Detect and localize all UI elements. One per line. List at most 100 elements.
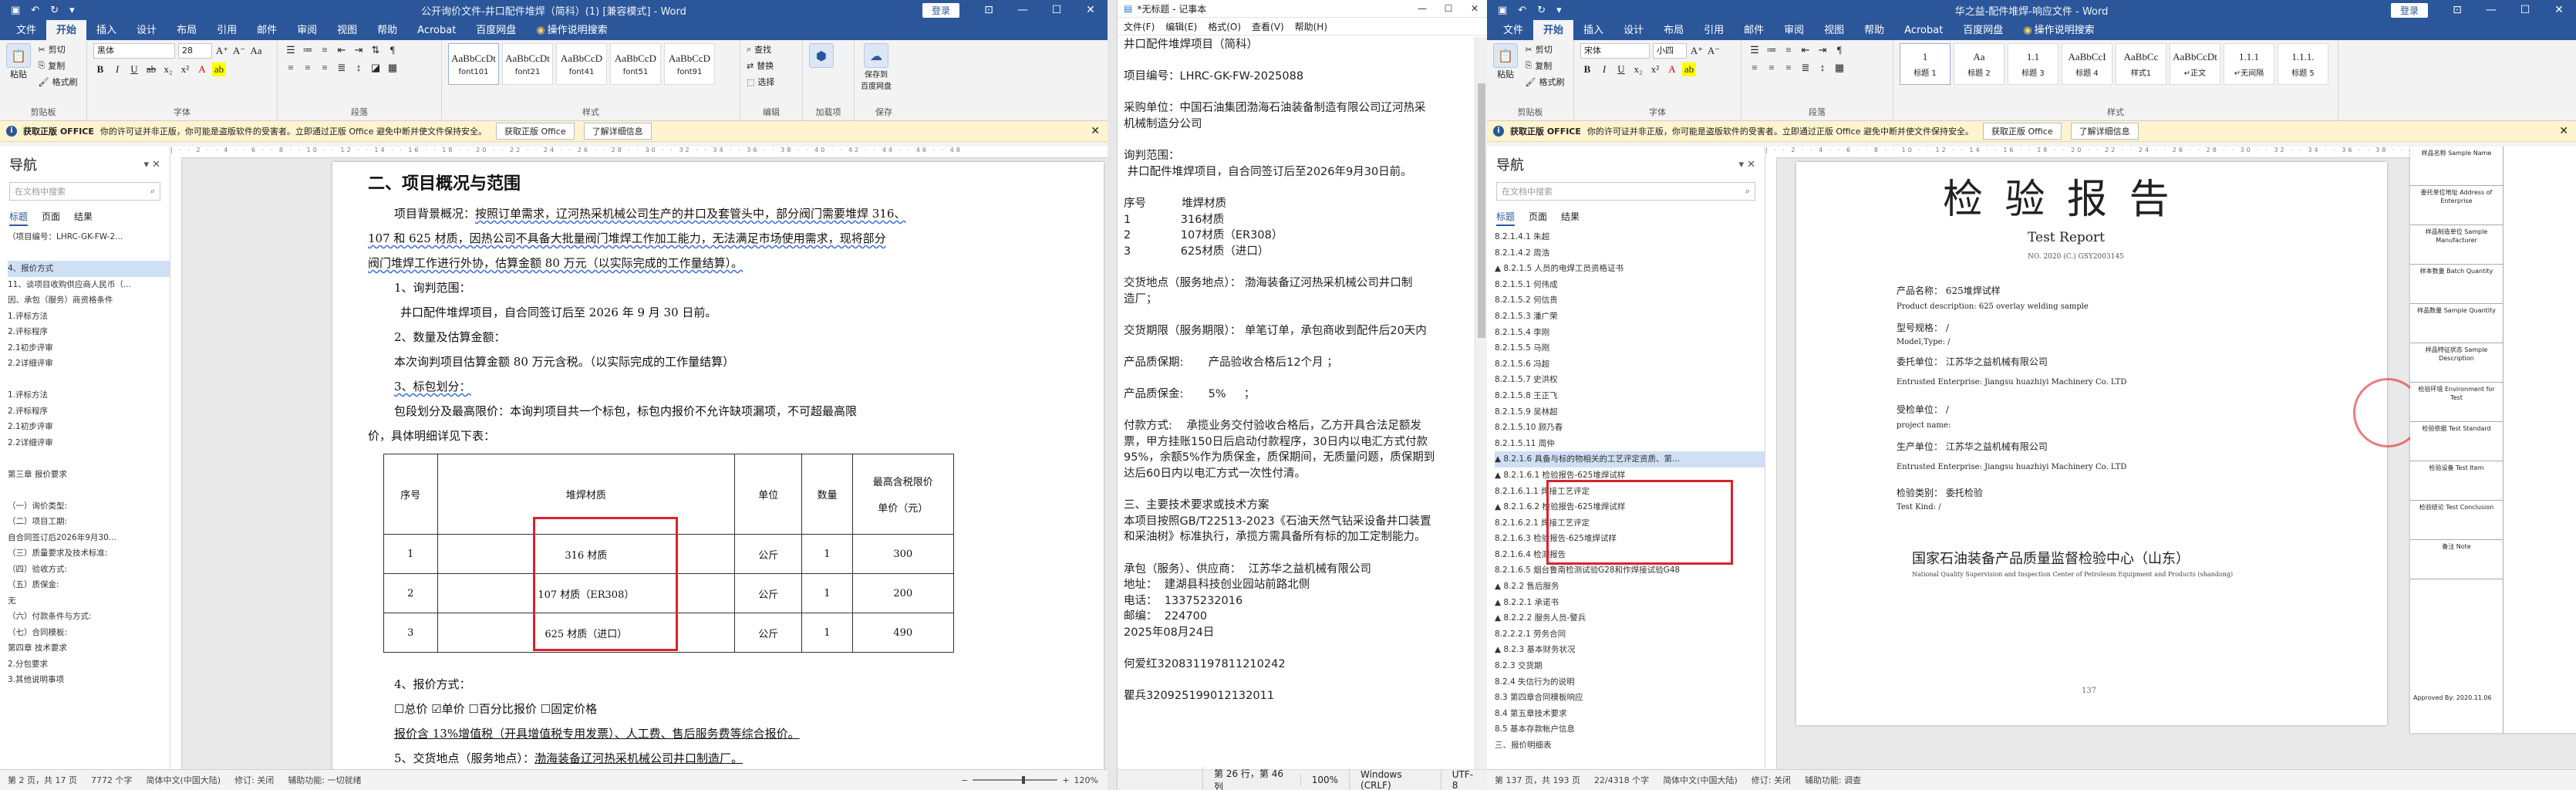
highlight-button[interactable]: ab (1682, 62, 1696, 76)
nav-item[interactable]: 8.2.1.5.11 周仲 (1495, 436, 1765, 452)
word-count[interactable]: 22/4318 个字 (1594, 774, 1649, 786)
tab-mailings[interactable]: 邮件 (247, 19, 287, 40)
format-painter-button[interactable]: 🖌 格式刷 (39, 76, 78, 88)
track-changes[interactable]: 修订: 关闭 (1752, 774, 1791, 786)
tab-help[interactable]: 帮助 (1854, 19, 1894, 40)
close-button[interactable]: ✕ (1074, 4, 1108, 16)
learn-more-button[interactable]: 了解详细信息 (583, 123, 652, 140)
nav-item[interactable]: 8.3 第四章合同模板响应 (1495, 690, 1765, 706)
close-button[interactable]: ✕ (1462, 3, 1488, 14)
menu-file[interactable]: 文件(F) (1124, 20, 1155, 33)
tab-view[interactable]: 视图 (327, 19, 367, 40)
nav-item[interactable]: 8.5 基本存款帐户信息 (1495, 721, 1765, 738)
nav-item[interactable]: 4、报价方式 (8, 261, 170, 277)
nav-item[interactable]: ▲ 8.2.3 基本财务状况 (1495, 642, 1765, 658)
line-spacing-icon[interactable]: ↕ (352, 61, 366, 75)
strikethrough-button[interactable]: ab (144, 62, 158, 76)
nav-tab-results[interactable]: 结果 (74, 210, 93, 226)
close-notice-icon[interactable]: ✕ (1091, 125, 1100, 137)
undo-icon[interactable]: ↶ (1518, 5, 1526, 16)
autosave-icon[interactable]: ▣ (1498, 5, 1507, 16)
tab-insert[interactable]: 插入 (86, 19, 126, 40)
sort-icon[interactable]: ⇅ (369, 43, 383, 57)
select-button[interactable]: ⬚ 选择 (747, 76, 796, 88)
minimize-button[interactable]: — (1006, 4, 1040, 16)
nav-item[interactable]: 8.2.1.4.1 朱超 (1495, 229, 1765, 245)
show-marks-icon[interactable]: ¶ (386, 43, 400, 57)
style-normal[interactable]: AaBbCcDt ↵正文 (2170, 43, 2220, 85)
tab-review[interactable]: 审阅 (1774, 19, 1814, 40)
menu-help[interactable]: 帮助(H) (1295, 20, 1327, 33)
italic-button[interactable]: I (110, 62, 124, 76)
tab-help[interactable]: 帮助 (367, 19, 407, 40)
nav-item[interactable]: 3.其他说明事项 (8, 672, 170, 688)
login-button[interactable]: 登录 (922, 2, 959, 18)
nav-item[interactable]: 8.2.1.4.2 周浩 (1495, 245, 1765, 262)
nav-item[interactable]: 8.2.4 失信行为的说明 (1495, 674, 1765, 690)
maximize-button[interactable]: ☐ (1040, 4, 1074, 16)
font-size-combo[interactable]: 小四 (1653, 43, 1687, 59)
nav-item[interactable]: ▲ 8.2.1.5 人员的电焊工员资格证书 (1495, 261, 1765, 277)
nav-item[interactable]: 8.2.1.5.4 李刚 (1495, 325, 1765, 341)
decrease-indent-icon[interactable]: ⇤ (1799, 43, 1812, 57)
nav-item[interactable]: （二）项目工期: (8, 514, 170, 530)
nav-item[interactable]: 1.评标方法 (8, 309, 170, 325)
nav-item[interactable]: 2.分包要求 (8, 657, 170, 673)
nav-item[interactable]: 自合同签订后2026年9月30... (8, 530, 170, 546)
nav-tab-headings[interactable]: 标题 (1496, 210, 1516, 226)
shading-icon[interactable]: ◪ (369, 61, 383, 75)
tab-mailings[interactable]: 邮件 (1734, 19, 1774, 40)
nav-item[interactable]: （四）验收方式: (8, 562, 170, 578)
redo-icon[interactable]: ↻ (50, 5, 59, 16)
shrink-font-icon[interactable]: A⁻ (1707, 44, 1721, 58)
line-spacing-icon[interactable]: ↕ (1816, 61, 1829, 75)
accessibility[interactable]: 辅助功能: 调查 (1805, 774, 1861, 786)
nav-item[interactable]: ▲ 8.2.1.6 具备与标的物相关的工艺评定资质、第... (1495, 451, 1765, 468)
increase-indent-icon[interactable]: ⇥ (1816, 43, 1829, 57)
save-baidu-button[interactable]: ☁ 保存到 百度网盘 (861, 43, 892, 91)
font-size-combo[interactable]: 28 (178, 43, 212, 59)
tab-baidu[interactable]: 百度网盘 (1953, 19, 2013, 40)
highlight-button[interactable]: ab (212, 62, 226, 76)
tab-file[interactable]: 文件 (6, 19, 46, 40)
nav-item[interactable]: （七）合同模板: (8, 625, 170, 641)
grow-font-icon[interactable]: A⁺ (215, 44, 229, 58)
nav-item[interactable]: 8.2.1.5.5 马刚 (1495, 340, 1765, 356)
tab-review[interactable]: 审阅 (287, 19, 327, 40)
grow-font-icon[interactable]: A⁺ (1690, 44, 1704, 58)
align-left-icon[interactable]: ≡ (284, 61, 298, 75)
tab-home[interactable]: 开始 (46, 19, 87, 40)
nav-item[interactable]: 8.4 第五章技术要求 (1495, 706, 1765, 722)
tab-layout[interactable]: 布局 (167, 19, 207, 40)
tab-acrobat[interactable]: Acrobat (1894, 22, 1953, 40)
tab-layout[interactable]: 布局 (1654, 19, 1694, 40)
find-button[interactable]: ⌕ 查找 (747, 43, 796, 56)
copy-button[interactable]: ⎘ 复制 (1526, 59, 1565, 72)
qat-dropdown-icon[interactable]: ▾ (1556, 5, 1562, 16)
ribbon-display-icon[interactable]: ⊡ (972, 4, 1006, 16)
nav-search-input[interactable]: 在文档中搜索 ⌕ (9, 182, 160, 201)
decrease-indent-icon[interactable]: ⇤ (335, 43, 349, 57)
format-painter-button[interactable]: 🖌 格式刷 (1526, 76, 1565, 88)
page-count[interactable]: 第 2 页，共 17 页 (8, 774, 77, 786)
nav-item[interactable]: 因、承包（服务）商资格条件 (8, 292, 170, 309)
nav-item[interactable] (8, 482, 170, 498)
tab-design[interactable]: 设计 (1613, 19, 1654, 40)
get-genuine-button[interactable]: 获取正版 Office (496, 123, 575, 140)
style-font41[interactable]: AaBbCcD font41 (556, 43, 607, 85)
get-genuine-button[interactable]: 获取正版 Office (1983, 123, 2062, 140)
nav-item[interactable]: 2.1初步评审 (8, 419, 170, 435)
vertical-scrollbar[interactable] (1475, 37, 1488, 770)
nav-item[interactable]: 2.评标程序 (8, 324, 170, 340)
zoom-knob[interactable] (1022, 776, 1026, 784)
nav-item[interactable]: 8.2.1.5.1 何伟成 (1495, 277, 1765, 293)
nav-item[interactable]: 8.2.1.5.9 吴林超 (1495, 404, 1765, 420)
nav-item[interactable]: （三）质量要求及技术标准: (8, 545, 170, 562)
numbering-icon[interactable]: ≔ (1765, 43, 1779, 57)
align-right-icon[interactable]: ≡ (318, 61, 332, 75)
align-center-icon[interactable]: ≡ (301, 61, 315, 75)
nav-item[interactable]: 11、谈项目收购供应商人民币（... (8, 277, 170, 293)
tell-me-search[interactable]: ◉ 操作说明搜索 (2013, 19, 2104, 40)
align-left-icon[interactable]: ≡ (1748, 61, 1762, 75)
borders-icon[interactable]: ▦ (386, 61, 400, 75)
